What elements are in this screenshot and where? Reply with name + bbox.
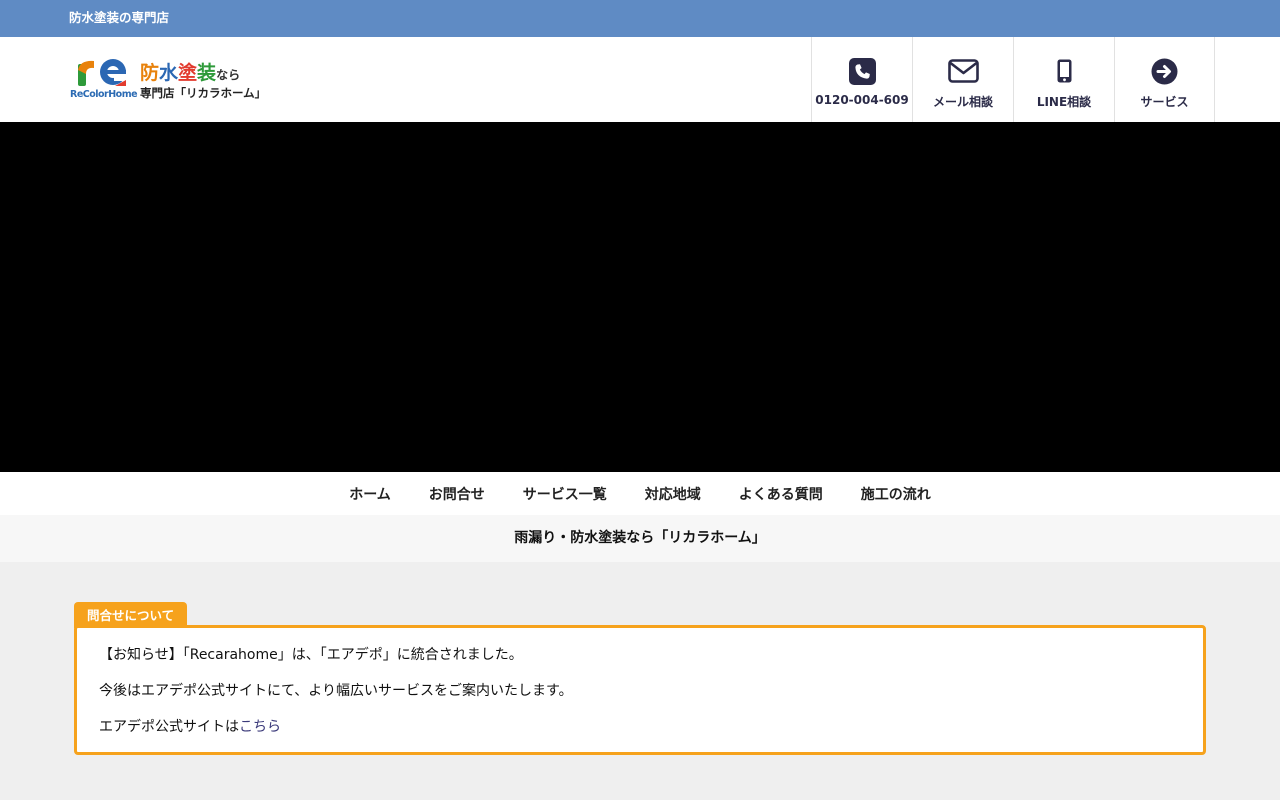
- notice-line-3: エアデポ公式サイトはこちら: [99, 718, 1181, 736]
- phone-icon: [846, 56, 878, 86]
- header-nav-line[interactable]: LINE相談: [1013, 37, 1114, 122]
- header-nav-line-label: LINE相談: [1036, 95, 1092, 109]
- gnav-services[interactable]: サービス一覧: [523, 484, 607, 504]
- gnav-process[interactable]: 施工の流れ: [861, 484, 931, 504]
- header-nav-mail[interactable]: メール相談: [912, 37, 1013, 122]
- hero-media: [0, 122, 1280, 472]
- header-nav-service-label: サービス: [1140, 95, 1189, 109]
- global-nav: ホーム お問合せ サービス一覧 対応地域 よくある質問 施工の流れ: [0, 472, 1280, 515]
- gnav-home[interactable]: ホーム: [349, 484, 391, 504]
- gnav-faq[interactable]: よくある質問: [739, 484, 823, 504]
- header-nav-phone-label: 0120-004-609: [815, 93, 909, 107]
- logo-tagline: 専門店「リカラホーム」: [140, 86, 267, 100]
- page-tagline: 雨漏り・防水塗装なら「リカラホーム」: [0, 515, 1280, 562]
- logo-char: 装: [197, 62, 217, 84]
- notice-link-here[interactable]: こちら: [239, 719, 281, 735]
- header-nav-service[interactable]: サービス: [1114, 37, 1215, 122]
- mail-icon: [947, 56, 979, 86]
- notice-section: 問合せについて 【お知らせ】「Recarahome」は、「エアデポ」に統合されま…: [74, 602, 1206, 755]
- arrow-right-circle-icon: [1149, 56, 1181, 86]
- notice-box: 【お知らせ】「Recarahome」は、「エアデポ」に統合されました。 今後はエ…: [74, 625, 1206, 755]
- logo-suffix: なら: [216, 68, 241, 82]
- logo-char: 防: [140, 62, 160, 84]
- gnav-area[interactable]: 対応地域: [645, 484, 701, 504]
- topbar-text: 防水塗装の専門店: [69, 10, 170, 25]
- logo-char: 水: [159, 62, 179, 84]
- gnav-contact[interactable]: お問合せ: [429, 484, 485, 504]
- site-header: ReColorHome 防水塗装なら 専門店「リカラホーム」 0120-004-…: [0, 37, 1280, 122]
- site-logo[interactable]: ReColorHome 防水塗装なら 専門店「リカラホーム」: [70, 56, 270, 106]
- mobile-icon: [1048, 56, 1080, 86]
- notice-line-3-prefix: エアデポ公式サイトは: [99, 719, 239, 735]
- notice-line-2: 今後はエアデポ公式サイトにて、より幅広いサービスをご案内いたします。: [99, 683, 573, 699]
- notice-line-1: 【お知らせ】「Recarahome」は、「エアデポ」に統合されました。: [99, 647, 523, 663]
- notice-tab-label: 問合せについて: [74, 602, 188, 628]
- topbar: 防水塗装の専門店: [0, 0, 1280, 37]
- logo-char: 塗: [178, 62, 198, 84]
- header-nav-mail-label: メール相談: [932, 95, 993, 109]
- header-nav: 0120-004-609 メール相談 LINE相談 サービス: [811, 37, 1215, 122]
- header-nav-phone[interactable]: 0120-004-609: [811, 37, 912, 122]
- logo-main-text: 防水塗装なら: [140, 58, 240, 85]
- logo-subtext: ReColorHome: [70, 89, 138, 100]
